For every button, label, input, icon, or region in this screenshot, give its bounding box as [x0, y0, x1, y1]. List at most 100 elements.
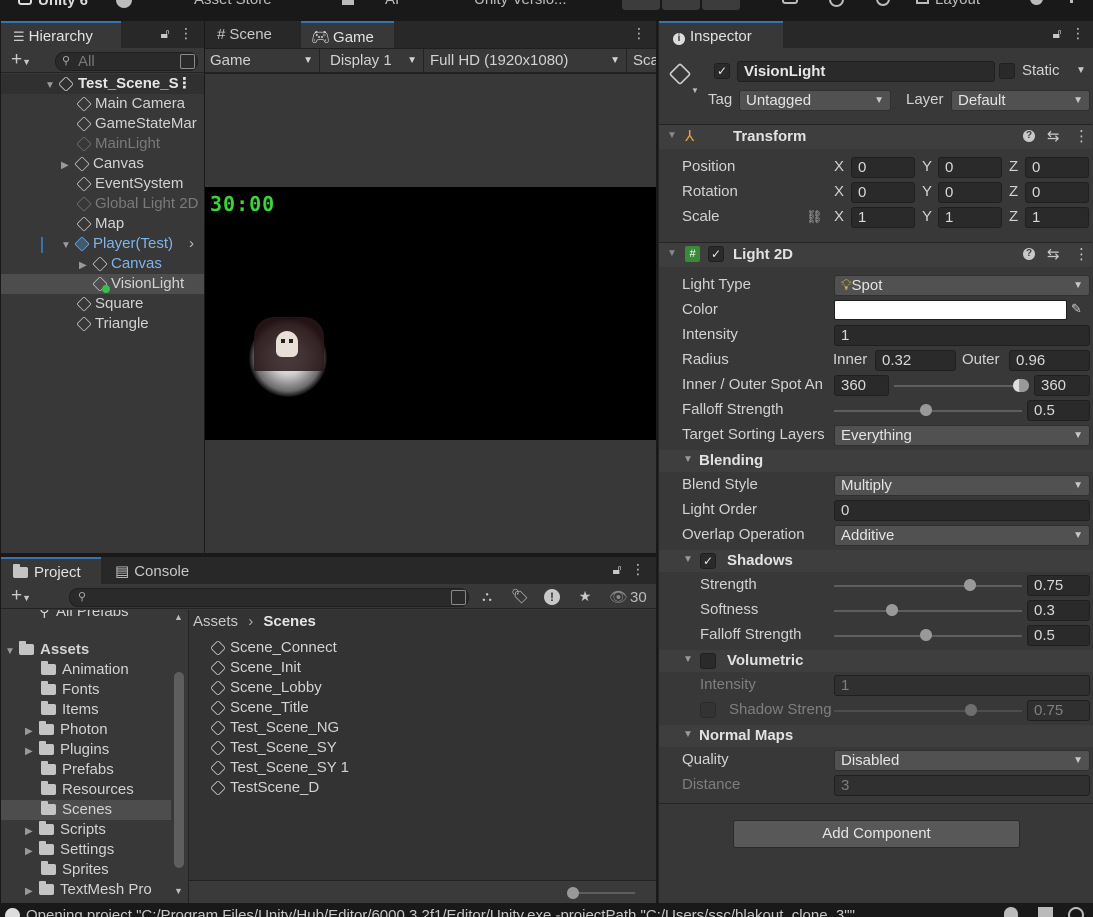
- hierarchy-search-input[interactable]: ⚲ All: [55, 52, 198, 71]
- expand-arrow-icon[interactable]: ▶: [79, 256, 93, 274]
- progress-icon[interactable]: [1038, 907, 1053, 917]
- light-order-field[interactable]: 0: [834, 500, 1090, 521]
- cloud-icon[interactable]: [116, 0, 132, 8]
- expand-arrow-icon[interactable]: ▶: [25, 742, 39, 760]
- active-checkbox[interactable]: ✓: [714, 63, 730, 79]
- file-test-scene-sy[interactable]: Test_Scene_SY: [211, 738, 337, 758]
- icon-dropdown-arrow-icon[interactable]: ▼: [691, 86, 699, 95]
- breadcrumb-scenes[interactable]: Scenes: [263, 613, 316, 630]
- breadcrumb-assets[interactable]: Assets: [193, 613, 238, 630]
- hierarchy-item-square[interactable]: Square: [77, 294, 143, 314]
- scrollbar-thumb[interactable]: [174, 672, 184, 868]
- add-component-button[interactable]: Add Component: [733, 820, 1020, 848]
- tab-scene[interactable]: # Scene: [205, 21, 299, 48]
- collapse-arrow-icon[interactable]: ▼: [683, 554, 693, 565]
- log-warning-icon[interactable]: !: [544, 589, 560, 605]
- menu-dots-icon[interactable]: ⋮: [632, 25, 646, 42]
- search-icon[interactable]: [876, 0, 890, 6]
- position-y-field[interactable]: 0: [938, 157, 1002, 178]
- blend-style-dropdown[interactable]: Multiply ▼: [834, 475, 1090, 496]
- tab-project[interactable]: Project: [1, 557, 101, 584]
- tab-inspector[interactable]: i Inspector: [659, 21, 783, 48]
- hierarchy-item-mainlight[interactable]: MainLight: [77, 134, 160, 154]
- collapse-arrow-icon[interactable]: ▼: [683, 454, 693, 465]
- volumetric-checkbox[interactable]: [700, 653, 716, 669]
- expand-arrow-icon[interactable]: ▶: [25, 882, 39, 900]
- lock-icon[interactable]: 🔓︎: [157, 25, 173, 42]
- transform-header[interactable]: ▼ ⅄ Transform ? ⇆ ⋮: [659, 124, 1092, 149]
- help-icon[interactable]: ?: [1023, 248, 1035, 260]
- bug-icon[interactable]: [1004, 907, 1018, 917]
- position-x-field[interactable]: 0: [851, 157, 915, 178]
- tree-item-scenes[interactable]: Scenes: [1, 800, 171, 820]
- static-checkbox[interactable]: [999, 63, 1015, 79]
- help-icon[interactable]: ?: [1023, 130, 1035, 142]
- expand-arrow-icon[interactable]: ▶: [25, 822, 39, 840]
- spot-range-handle[interactable]: [1013, 379, 1029, 392]
- hierarchy-item-gamestatemanager[interactable]: GameStateMar: [77, 114, 204, 134]
- layout-dropdown[interactable]: Layout: [916, 0, 980, 8]
- expand-arrow-icon[interactable]: ▶: [25, 722, 39, 740]
- step-button[interactable]: [702, 0, 740, 10]
- falloff-slider-knob[interactable]: [920, 404, 932, 416]
- menu-dots-icon[interactable]: ⋮: [1071, 25, 1085, 42]
- tree-item-animation[interactable]: Animation: [41, 660, 129, 680]
- expand-arrow-icon[interactable]: ▼: [61, 236, 75, 254]
- strength-slider-knob[interactable]: [964, 579, 976, 591]
- search-filter-icon[interactable]: [180, 54, 195, 69]
- status-message[interactable]: Opening project "C:/Program Files/Unity/…: [26, 906, 976, 917]
- search-filter-icon[interactable]: [451, 590, 466, 605]
- tree-item-photon[interactable]: ▶ Photon: [25, 720, 108, 740]
- history-icon[interactable]: [829, 0, 844, 7]
- scale-slider-label[interactable]: Sca: [633, 49, 656, 73]
- play-button[interactable]: [622, 0, 660, 10]
- menu-dots-icon[interactable]: ⋮: [631, 561, 645, 578]
- tree-item-plugins[interactable]: ▶ Plugins: [25, 740, 109, 760]
- scene-row[interactable]: ▼ Test_Scene_S ⋮: [1, 74, 204, 94]
- file-scene-lobby[interactable]: Scene_Lobby: [211, 678, 322, 698]
- hierarchy-item-canvas[interactable]: ▶ Canvas: [61, 154, 144, 174]
- rotation-y-field[interactable]: 0: [938, 182, 1002, 203]
- hidden-packages-counter[interactable]: 👁︎ 30: [609, 588, 647, 606]
- file-scene-title[interactable]: Scene_Title: [211, 698, 309, 718]
- inner-radius-field[interactable]: 0.32: [875, 350, 956, 371]
- softness-slider-knob[interactable]: [886, 604, 898, 616]
- scroll-up-arrow-icon[interactable]: ▲: [174, 612, 183, 622]
- component-menu-icon[interactable]: ⋮: [1074, 245, 1089, 263]
- hierarchy-item-eventsystem[interactable]: EventSystem: [77, 174, 183, 194]
- tree-scrollbar[interactable]: ▲ ▼: [173, 610, 186, 903]
- create-plus-icon[interactable]: +▼: [7, 49, 35, 73]
- tab-game[interactable]: 🎮︎ Game: [301, 21, 394, 48]
- shadow-falloff-field[interactable]: 0.5: [1027, 625, 1090, 646]
- tree-item-scripts[interactable]: ▶ Scripts: [25, 820, 106, 840]
- resolution-dropdown[interactable]: Full HD (1920x1080) ▼: [425, 49, 627, 73]
- tree-item-items[interactable]: Items: [41, 700, 99, 720]
- hierarchy-item-player[interactable]: ▼ Player(Test) ›: [61, 234, 204, 254]
- icon-size-slider-knob[interactable]: [567, 887, 579, 899]
- volumetric-section-header[interactable]: ▼ Volumetric: [659, 650, 1093, 672]
- asset-store-button[interactable]: Asset Store: [194, 0, 272, 8]
- constrain-proportions-icon[interactable]: ⛓︎: [806, 209, 823, 225]
- search-by-type-icon[interactable]: ⛬: [479, 588, 495, 605]
- file-scene-init[interactable]: Scene_Init: [211, 658, 301, 678]
- tree-item-prefabs[interactable]: Prefabs: [41, 760, 114, 780]
- version-control-button[interactable]: Unity Versio...: [474, 0, 567, 8]
- eyedropper-icon[interactable]: ✎: [1071, 301, 1082, 317]
- lock-icon[interactable]: 🔓︎: [1049, 25, 1065, 42]
- more-options-icon[interactable]: [1070, 0, 1074, 3]
- favorites-star-icon[interactable]: ★: [577, 588, 593, 605]
- tree-item-settings[interactable]: ▶ Settings: [25, 840, 114, 860]
- blending-section-header[interactable]: ▼ Blending: [659, 450, 1093, 472]
- tree-item-resources[interactable]: Resources: [41, 780, 134, 800]
- spot-inner-field[interactable]: 360: [834, 375, 889, 396]
- file-testscene-d[interactable]: TestScene_D: [211, 778, 319, 798]
- ai-button[interactable]: AI: [385, 0, 399, 8]
- sorting-layers-dropdown[interactable]: Everything ▼: [834, 425, 1090, 446]
- preset-icon[interactable]: ⇆: [1047, 245, 1060, 263]
- game-view-dropdown[interactable]: Game ▼: [205, 49, 320, 73]
- collapse-arrow-icon[interactable]: ▼: [683, 729, 693, 740]
- scene-expand-arrow-icon[interactable]: ▼: [45, 76, 59, 94]
- object-name-field[interactable]: VisionLight: [737, 61, 995, 82]
- game-viewport[interactable]: 30:00: [205, 187, 656, 440]
- color-swatch[interactable]: [834, 300, 1067, 320]
